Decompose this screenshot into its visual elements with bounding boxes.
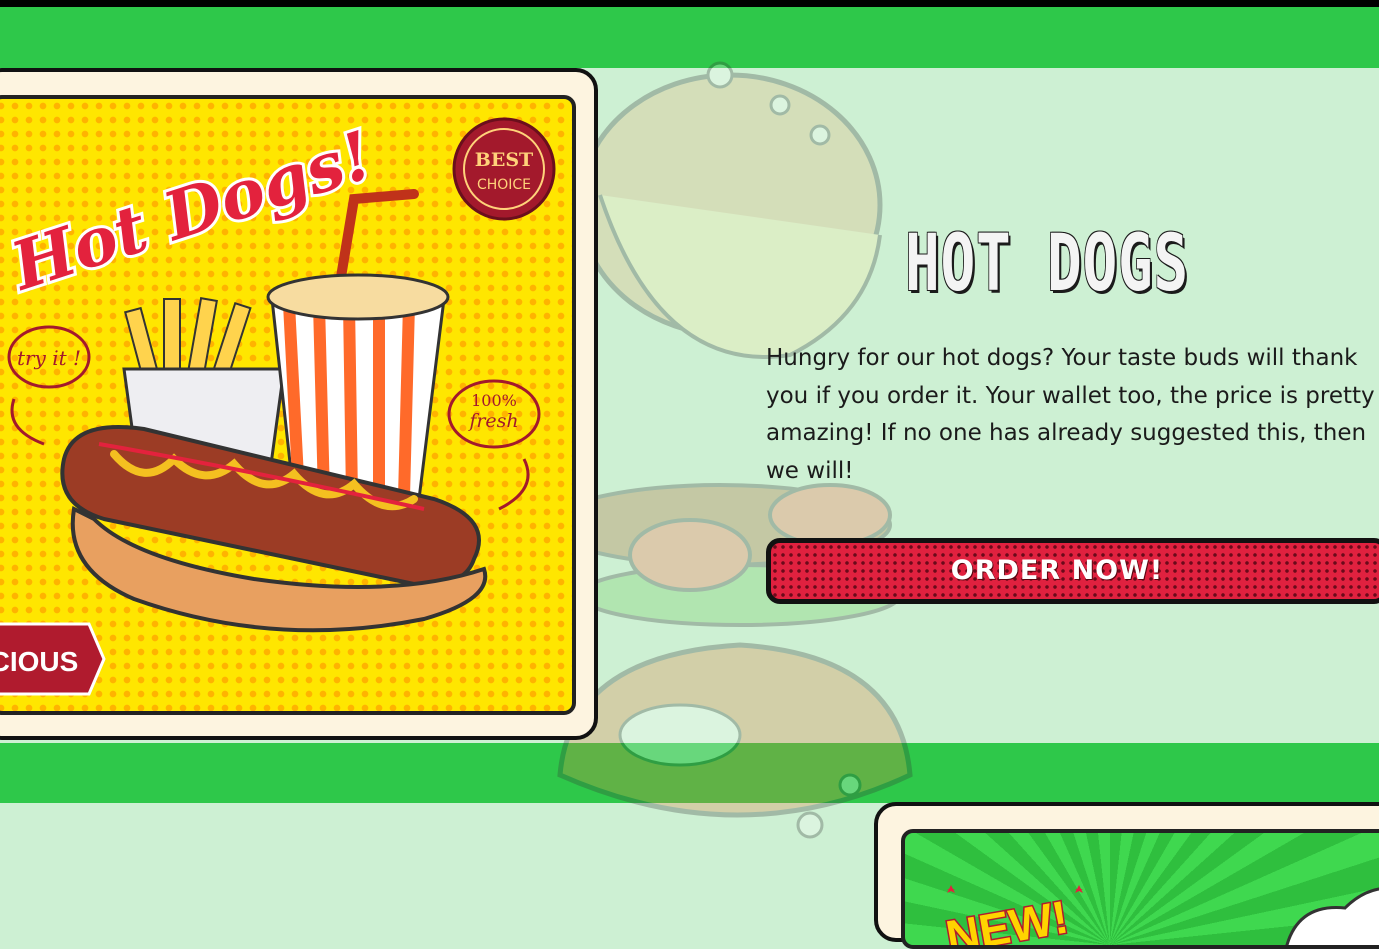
svg-text:CHOICE: CHOICE: [477, 177, 531, 193]
svg-text:try it !: try it !: [17, 346, 81, 370]
svg-text:BEST: BEST: [475, 149, 533, 171]
top-border: [0, 0, 1379, 7]
best-choice-badge: BEST CHOICE: [452, 117, 556, 221]
delicious-ribbon: CIOUS: [0, 622, 106, 696]
new-badge: NEW!: [942, 890, 1072, 949]
svg-text:CIOUS: CIOUS: [0, 646, 78, 677]
cloud-shape: [1285, 887, 1379, 945]
drink-cup-illustration: [266, 189, 450, 501]
svg-text:fresh: fresh: [467, 410, 518, 432]
svg-text:100%: 100%: [471, 391, 517, 410]
hot-dog-poster: Hot Dogs! BEST CHOICE try it ! 100% fres…: [0, 95, 576, 715]
try-it-label: try it !: [7, 325, 91, 446]
section-title: HOT DOGS: [905, 219, 1189, 309]
order-now-button[interactable]: ORDER NOW!: [766, 538, 1379, 604]
section-description: Hungry for our hot dogs? Your taste buds…: [766, 345, 1375, 484]
fresh-label: 100% fresh: [447, 379, 541, 511]
next-product-poster: NEW!: [901, 829, 1379, 949]
